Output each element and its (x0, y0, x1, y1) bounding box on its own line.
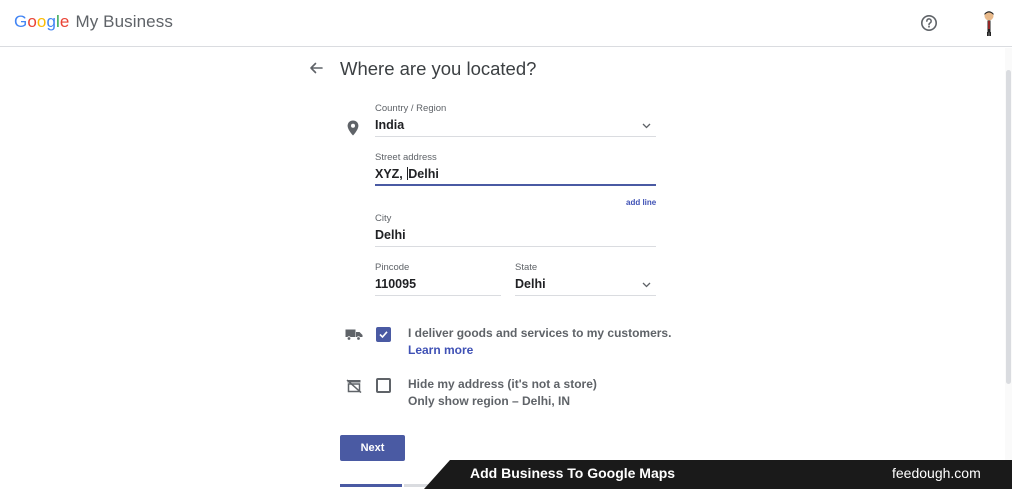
banner-title: Add Business To Google Maps (470, 465, 676, 481)
hide-address-subtext: Only show region – Delhi, IN (408, 394, 571, 408)
city-value: Delhi (375, 228, 406, 242)
street-address-text-before-caret: XYZ, (375, 167, 407, 181)
street-address-input[interactable]: Street address XYZ, Delhi (375, 152, 656, 188)
pincode-input[interactable]: Pincode 110095 (375, 262, 501, 297)
deliver-checkbox[interactable] (376, 327, 391, 342)
hidden-store-icon (346, 379, 362, 393)
google-my-business-logo[interactable]: Google My Business (14, 12, 173, 32)
state-select[interactable]: State Delhi (515, 262, 656, 297)
hide-address-text: Hide my address (it's not a store) (408, 377, 597, 391)
user-avatar-icon[interactable] (978, 10, 1000, 36)
hide-address-checkbox[interactable] (376, 378, 391, 393)
field-underline (375, 246, 656, 247)
logo-letter: e (59, 12, 70, 31)
progress-indicator-active (340, 484, 402, 487)
field-underline (515, 295, 656, 296)
help-circle-icon[interactable] (920, 14, 938, 32)
location-pin-icon (347, 120, 359, 136)
field-underline-active (375, 184, 656, 186)
state-value: Delhi (515, 277, 546, 291)
product-name: My Business (75, 12, 173, 31)
city-input[interactable]: City Delhi (375, 213, 656, 248)
delivery-truck-icon (345, 329, 363, 341)
country-region-label: Country / Region (375, 103, 447, 114)
street-address-label: Street address (375, 152, 437, 163)
field-underline (375, 136, 656, 137)
country-region-select[interactable]: Country / Region India (375, 103, 656, 138)
arrow-back-icon[interactable] (308, 60, 324, 76)
add-line-link[interactable]: add line (626, 198, 656, 207)
learn-more-link[interactable]: Learn more (408, 343, 473, 357)
logo-letter: G (14, 12, 28, 31)
field-underline (375, 295, 501, 296)
logo-letter: g (46, 12, 57, 31)
street-address-value: XYZ, Delhi (375, 167, 439, 181)
country-region-value: India (375, 118, 405, 132)
page-title: Where are you located? (340, 58, 537, 79)
next-button[interactable]: Next (340, 435, 405, 461)
pincode-value: 110095 (375, 277, 417, 291)
top-app-bar: Google My Business (0, 0, 1012, 47)
chevron-down-icon (642, 282, 651, 288)
chevron-down-icon (642, 123, 651, 129)
street-address-text-after-caret: Delhi (408, 167, 439, 181)
deliver-option-text: I deliver goods and services to my custo… (408, 326, 672, 340)
city-label: City (375, 213, 392, 224)
pincode-label: Pincode (375, 262, 410, 273)
checkmark-icon (379, 331, 388, 339)
state-label: State (515, 262, 538, 273)
logo-letter: o (27, 12, 37, 31)
banner-site: feedough.com (892, 465, 981, 481)
scrollbar-thumb[interactable] (1006, 70, 1011, 384)
progress-indicator-inactive (404, 484, 434, 487)
